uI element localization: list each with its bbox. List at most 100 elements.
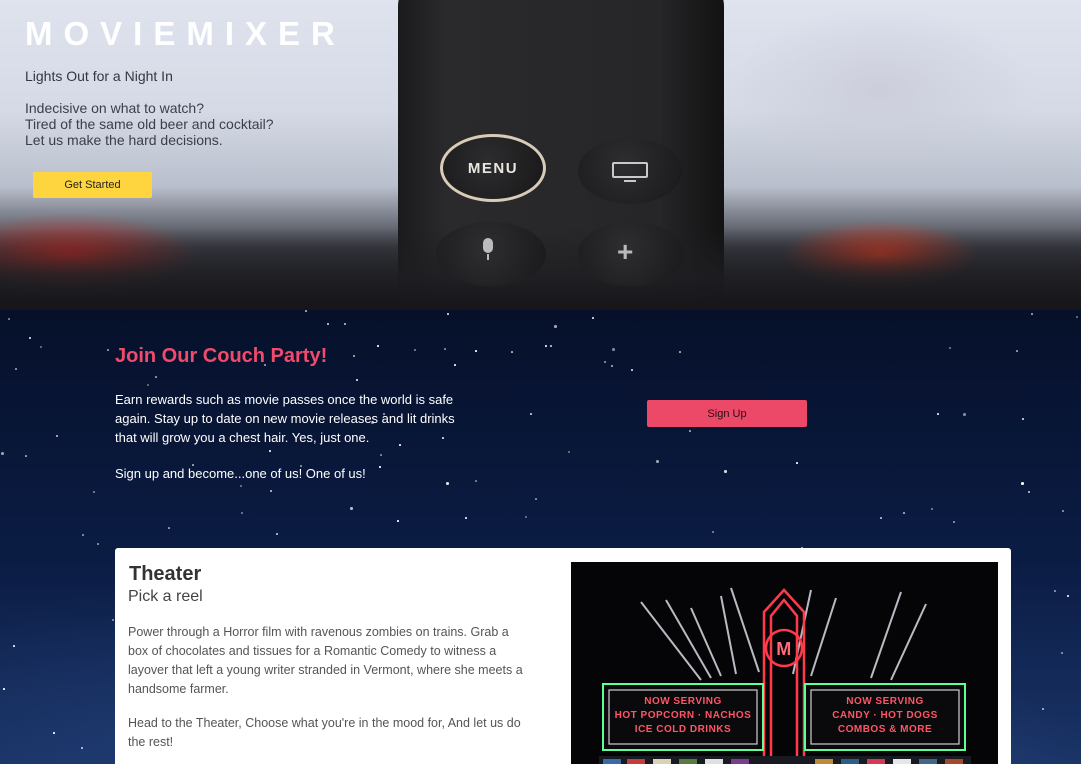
- party-line: Earn rewards such as movie passes once t…: [115, 392, 454, 407]
- star-decoration: [270, 490, 272, 492]
- star-decoration: [147, 384, 149, 386]
- theater-line: handsome farmer.: [128, 682, 229, 696]
- star-decoration: [1076, 316, 1078, 318]
- theater-line: Power through a Horror film with ravenou…: [128, 625, 509, 639]
- sign-left-line: ICE COLD DRINKS: [635, 724, 731, 735]
- theater-title: Theater: [129, 563, 202, 585]
- star-decoration: [712, 531, 714, 533]
- star-decoration: [475, 350, 477, 352]
- star-decoration: [240, 485, 242, 487]
- star-decoration: [40, 346, 42, 348]
- star-decoration: [535, 498, 537, 500]
- hero-description: Indecisive on what to watch? Tired of th…: [25, 100, 274, 148]
- star-decoration: [689, 430, 691, 432]
- star-decoration: [377, 345, 379, 347]
- star-decoration: [414, 349, 416, 351]
- remote-menu-button: MENU: [440, 134, 546, 202]
- star-decoration: [97, 543, 99, 545]
- star-decoration: [475, 480, 477, 482]
- star-decoration: [1042, 708, 1044, 710]
- star-decoration: [545, 345, 547, 347]
- star-decoration: [107, 349, 109, 351]
- sign-left-line: HOT POPCORN · NACHOS: [615, 710, 752, 721]
- sign-left-line: NOW SERVING: [644, 696, 722, 707]
- star-decoration: [344, 323, 346, 325]
- hero-line: Indecisive on what to watch?: [25, 100, 204, 116]
- star-decoration: [949, 347, 951, 349]
- star-decoration: [3, 688, 5, 690]
- tv-icon: [612, 162, 648, 182]
- svg-text:M: M: [776, 639, 792, 659]
- star-decoration: [679, 351, 681, 353]
- star-decoration: [1016, 350, 1018, 352]
- star-decoration: [656, 460, 659, 463]
- sign-right-line: NOW SERVING: [846, 696, 924, 707]
- star-decoration: [1061, 652, 1063, 654]
- star-decoration: [465, 517, 467, 519]
- star-decoration: [963, 413, 966, 416]
- star-decoration: [56, 435, 58, 437]
- star-decoration: [112, 619, 114, 621]
- star-decoration: [612, 348, 615, 351]
- star-decoration: [1054, 590, 1056, 592]
- sign-up-button[interactable]: Sign Up: [647, 400, 807, 427]
- star-decoration: [953, 521, 955, 523]
- star-decoration: [305, 310, 307, 312]
- hero-tagline: Lights Out for a Night In: [25, 68, 173, 84]
- star-decoration: [168, 527, 170, 529]
- theater-line: the rest!: [128, 735, 174, 749]
- get-started-button[interactable]: Get Started: [33, 172, 152, 198]
- theater-marquee-image: M NOW SERVING HOT POPCORN · NACHOS ICE C…: [571, 562, 998, 764]
- star-decoration: [397, 520, 399, 522]
- star-decoration: [1028, 491, 1030, 493]
- star-decoration: [1021, 482, 1024, 485]
- star-decoration: [724, 470, 727, 473]
- star-decoration: [53, 732, 55, 734]
- party-line: that will grow you a chest hair. Yes, ju…: [115, 430, 370, 445]
- star-decoration: [276, 533, 278, 535]
- theater-line: layover that left a young writer strande…: [128, 663, 523, 677]
- brand-logo[interactable]: MOVIEMIXER: [25, 14, 346, 54]
- star-decoration: [8, 318, 10, 320]
- star-decoration: [937, 413, 939, 415]
- star-decoration: [269, 450, 271, 452]
- star-decoration: [25, 455, 27, 457]
- star-decoration: [796, 462, 798, 464]
- theater-line: Head to the Theater, Choose what you're …: [128, 716, 521, 730]
- star-decoration: [1022, 418, 1024, 420]
- star-decoration: [1062, 510, 1064, 512]
- star-decoration: [611, 365, 613, 367]
- star-decoration: [379, 466, 381, 468]
- star-decoration: [353, 355, 355, 357]
- star-decoration: [631, 369, 633, 371]
- star-decoration: [550, 345, 552, 347]
- star-decoration: [327, 323, 329, 325]
- star-decoration: [880, 517, 882, 519]
- party-cta-text: Sign up and become...one of us! One of u…: [115, 466, 366, 481]
- star-decoration: [93, 491, 95, 493]
- star-decoration: [530, 413, 532, 415]
- theater-card: Theater Pick a reel Power through a Horr…: [115, 548, 1011, 764]
- star-decoration: [454, 364, 456, 366]
- hero-line: Let us make the hard decisions.: [25, 132, 223, 148]
- star-decoration: [15, 368, 17, 370]
- star-decoration: [444, 348, 446, 350]
- star-decoration: [1067, 595, 1069, 597]
- plus-icon: +: [617, 236, 634, 267]
- star-decoration: [446, 482, 449, 485]
- star-decoration: [931, 508, 933, 510]
- star-decoration: [380, 454, 382, 456]
- star-decoration: [592, 317, 594, 319]
- star-decoration: [554, 325, 557, 328]
- star-decoration: [29, 337, 31, 339]
- star-decoration: [13, 645, 15, 647]
- star-decoration: [350, 507, 353, 510]
- sign-right-line: CANDY · HOT DOGS: [832, 710, 938, 721]
- hero-line: Tired of the same old beer and cocktail?: [25, 116, 274, 132]
- theater-subtitle: Pick a reel: [128, 588, 203, 605]
- star-decoration: [903, 512, 905, 514]
- theater-line: box of chocolates and tissues for a Roma…: [128, 644, 497, 658]
- sign-right-line: COMBOS & MORE: [838, 724, 932, 735]
- star-decoration: [81, 747, 83, 749]
- star-decoration: [447, 313, 449, 315]
